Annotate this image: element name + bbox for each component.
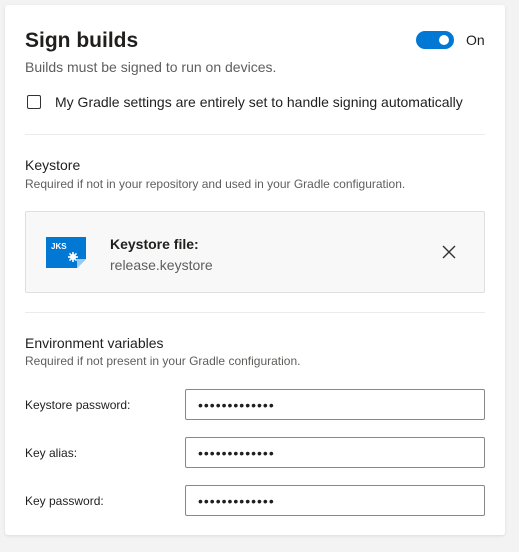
auto-signing-row: My Gradle settings are entirely set to h…	[27, 94, 463, 110]
jks-icon-label: JKS	[51, 242, 67, 251]
divider	[25, 134, 485, 135]
keystore-file-icon: JKS	[46, 237, 86, 268]
close-icon[interactable]	[440, 243, 458, 261]
toggle-state-label: On	[466, 32, 485, 48]
divider	[25, 312, 485, 313]
page-subtitle: Builds must be signed to run on devices.	[25, 59, 277, 75]
sign-builds-toggle[interactable]	[416, 31, 454, 49]
keystore-file-name: release.keystore	[110, 257, 213, 273]
env-section-title: Environment variables	[25, 335, 164, 351]
toggle-knob	[439, 35, 449, 45]
auto-signing-checkbox[interactable]	[27, 95, 41, 109]
keystore-section-description: Required if not in your repository and u…	[25, 177, 406, 191]
page-title: Sign builds	[25, 29, 139, 52]
keystore-file-label: Keystore file:	[110, 236, 199, 252]
key-alias-label: Key alias:	[25, 446, 78, 460]
keystore-file-box: JKS Keystore file: release.keystore	[25, 211, 485, 293]
sign-builds-card: Sign builds Builds must be signed to run…	[5, 5, 505, 535]
keystore-password-input[interactable]: •••••••••••••	[185, 389, 485, 420]
auto-signing-label[interactable]: My Gradle settings are entirely set to h…	[55, 94, 463, 110]
env-section-description: Required if not present in your Gradle c…	[25, 354, 301, 368]
key-alias-input[interactable]: •••••••••••••	[185, 437, 485, 468]
keystore-password-label: Keystore password:	[25, 398, 131, 412]
key-password-input[interactable]: •••••••••••••	[185, 485, 485, 516]
keystore-section-title: Keystore	[25, 157, 81, 173]
sign-builds-toggle-group: On	[416, 31, 485, 49]
key-password-label: Key password:	[25, 494, 104, 508]
